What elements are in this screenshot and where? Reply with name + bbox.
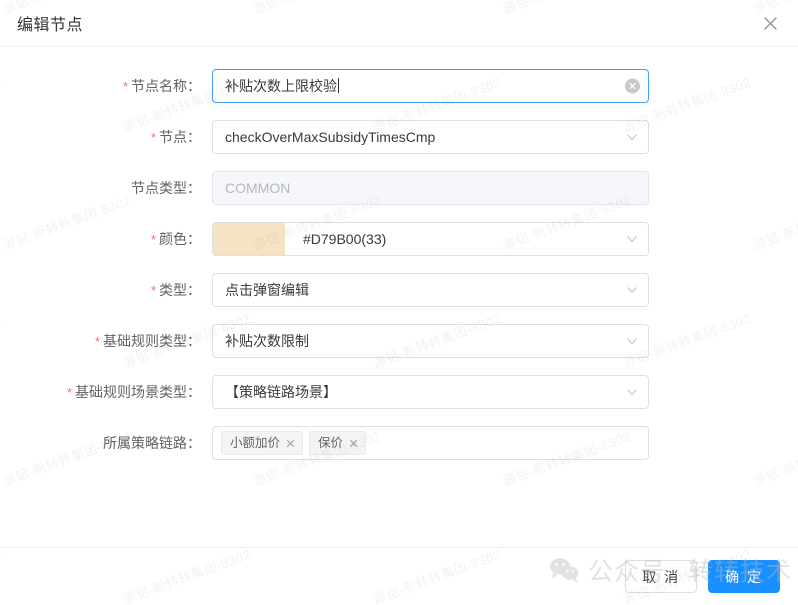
strategy-chain-tag[interactable]: 小额加价 [221, 431, 304, 455]
strategy-chain-tag[interactable]: 保价 [309, 431, 367, 455]
tag-remove-icon[interactable] [348, 438, 359, 449]
label-base-rule-scene-type: * 基础规则场景类型： [66, 384, 201, 400]
tag-remove-icon[interactable] [285, 438, 296, 449]
color-swatch [213, 223, 285, 255]
control-base-rule-type: 补贴次数限制 [212, 324, 649, 358]
form-row-node-name: * 节点名称： 补贴次数上限校验 [0, 69, 798, 103]
required-star: * [94, 334, 100, 349]
control-type: 点击弹窗编辑 [212, 273, 649, 307]
form-row-color: * 颜色： #D79B00(33) [0, 222, 798, 256]
form-row-strategy-chains: 所属策略链路： 小额加价 保价 [0, 426, 798, 460]
clear-icon[interactable] [625, 78, 640, 94]
control-base-rule-scene-type: 【策略链路场景】 [212, 375, 649, 409]
form-row-base-rule-type: * 基础规则类型： 补贴次数限制 [0, 324, 798, 358]
label-strategy-chains: 所属策略链路： [103, 435, 201, 451]
dialog-form: * 节点名称： 补贴次数上限校验 * 节点： checkOverMaxSubsidy… [0, 47, 798, 547]
color-picker[interactable]: #D79B00(33) [212, 222, 649, 256]
form-row-node: * 节点： checkOverMaxSubsidyTimesCmp [0, 120, 798, 154]
control-node-type: COMMON [212, 171, 649, 205]
required-star: * [150, 283, 156, 298]
label-type: * 类型： [150, 282, 201, 298]
label-node-name: * 节点名称： [122, 78, 201, 94]
color-value: #D79B00(33) [303, 231, 387, 247]
node-select[interactable]: checkOverMaxSubsidyTimesCmp [212, 120, 649, 154]
text-caret [338, 78, 339, 93]
form-row-type: * 类型： 点击弹窗编辑 [0, 273, 798, 307]
required-star: * [150, 130, 156, 145]
edit-node-dialog: 编辑节点 * 节点名称： 补贴次数上限校验 * 节点： checkOverMax… [0, 0, 798, 605]
control-color: #D79B00(33) [212, 222, 649, 256]
form-row-base-rule-scene-type: * 基础规则场景类型： 【策略链路场景】 [0, 375, 798, 409]
strategy-chains-input[interactable]: 小额加价 保价 [212, 426, 649, 460]
label-node-type: 节点类型： [131, 180, 201, 196]
cancel-button[interactable]: 取 消 [625, 560, 698, 593]
close-icon[interactable] [757, 10, 783, 36]
node-name-input[interactable]: 补贴次数上限校验 [212, 69, 649, 103]
label-node: * 节点： [150, 129, 201, 145]
required-star: * [150, 232, 156, 247]
required-star: * [122, 79, 128, 94]
control-strategy-chains: 小额加价 保价 [212, 426, 649, 460]
base-rule-scene-type-select[interactable]: 【策略链路场景】 [212, 375, 649, 409]
dialog-header: 编辑节点 [0, 0, 798, 47]
confirm-button[interactable]: 确 定 [708, 560, 780, 593]
label-base-rule-type: * 基础规则类型： [94, 333, 201, 349]
tag-label: 保价 [318, 436, 344, 450]
dialog-footer: 取 消 确 定 [0, 547, 798, 605]
required-star: * [66, 385, 72, 400]
form-row-node-type: 节点类型： COMMON [0, 171, 798, 205]
label-color: * 颜色： [150, 231, 201, 247]
control-node: checkOverMaxSubsidyTimesCmp [212, 120, 649, 154]
node-type-input: COMMON [212, 171, 649, 205]
type-select[interactable]: 点击弹窗编辑 [212, 273, 649, 307]
tag-label: 小额加价 [230, 436, 281, 450]
control-node-name: 补贴次数上限校验 [212, 69, 649, 103]
dialog-title: 编辑节点 [17, 17, 84, 34]
base-rule-type-select[interactable]: 补贴次数限制 [212, 324, 649, 358]
